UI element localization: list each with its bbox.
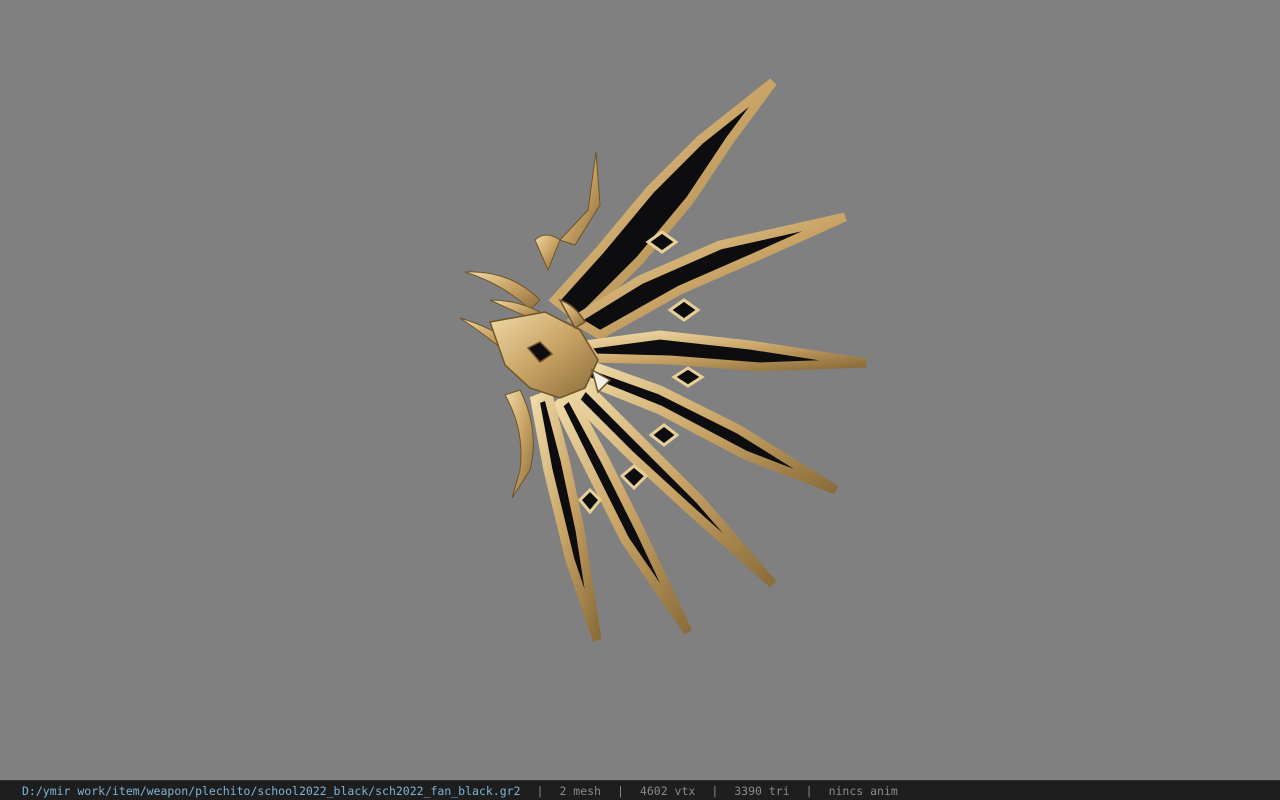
animation-status-label: nincs anim — [828, 783, 898, 798]
status-bar: D:/ymir work/item/weapon/plechito/school… — [0, 780, 1280, 800]
mesh-count-label: 2 mesh — [559, 783, 601, 798]
file-path-label: D:/ymir work/item/weapon/plechito/school… — [22, 783, 521, 798]
3d-viewport[interactable] — [0, 0, 1280, 780]
vertex-count-label: 4602 vtx — [639, 783, 696, 798]
triangle-count-label: 3390 tri — [734, 783, 790, 798]
separator: | — [616, 783, 624, 798]
separator: | — [711, 783, 719, 798]
separator: | — [805, 783, 813, 798]
fan-weapon-model — [459, 78, 867, 642]
separator: | — [536, 783, 544, 798]
